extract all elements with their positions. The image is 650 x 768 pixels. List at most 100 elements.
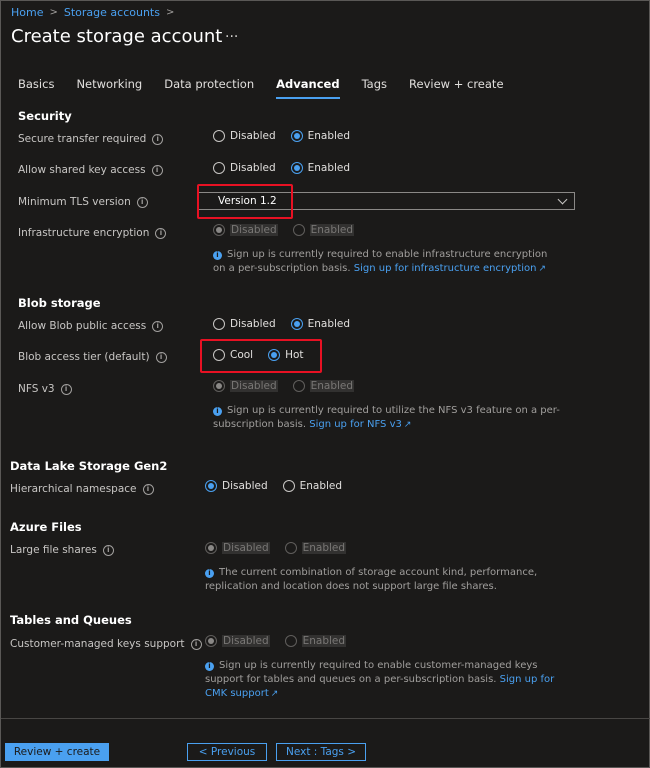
blob-tier-highlight-box: [200, 339, 322, 373]
info-filled-icon: i: [205, 569, 214, 578]
infra-encryption-note: i Sign up is currently required to enable…: [213, 249, 548, 274]
chevron-right-icon: >: [165, 7, 175, 18]
tab-networking[interactable]: Networking: [76, 77, 142, 99]
field-label: Secure transfer required: [18, 133, 147, 145]
radio-circle: [284, 542, 297, 554]
radio-circle: [213, 130, 225, 142]
hierarchical-namespace-label: Hierarchical namespace i: [10, 483, 154, 495]
breadcrumb-home-link[interactable]: Home: [11, 6, 43, 19]
radio-circle-selected: [205, 635, 217, 647]
breadcrumb: Home > Storage accounts >: [11, 6, 174, 19]
secure-transfer-radio-group: Disabled Enabled: [213, 130, 365, 142]
radio-circle-selected: [213, 380, 225, 392]
infra-encryption-enabled-radio: Enabled: [292, 224, 355, 236]
info-icon[interactable]: i: [190, 638, 202, 650]
info-icon[interactable]: i: [152, 133, 164, 145]
more-options-icon[interactable]: ···: [225, 29, 238, 45]
infra-encryption-label: Infrastructure encryption i: [18, 227, 167, 239]
nfs-enabled-radio: Enabled: [292, 380, 355, 392]
radio-circle-selected: [205, 542, 217, 554]
info-icon[interactable]: i: [152, 320, 164, 332]
info-filled-icon: i: [213, 251, 222, 260]
nfs-note: i Sign up is currently required to utiliz…: [213, 405, 560, 430]
next-tags-button[interactable]: Next : Tags >: [276, 743, 366, 761]
info-icon[interactable]: i: [151, 164, 163, 176]
field-label: NFS v3: [18, 383, 55, 395]
nfs-signup-link[interactable]: Sign up for NFS v3: [309, 419, 402, 430]
infra-encryption-signup-link[interactable]: Sign up for infrastructure encryption: [354, 263, 537, 274]
previous-button[interactable]: < Previous: [187, 743, 267, 761]
shared-key-radio-group: Disabled Enabled: [213, 162, 365, 174]
tab-review-create[interactable]: Review + create: [409, 77, 503, 99]
cmk-support-note: i Sign up is currently required to enable…: [205, 660, 555, 699]
section-heading-azure-files: Azure Files: [10, 520, 82, 534]
info-icon[interactable]: i: [136, 196, 148, 208]
blob-public-access-enabled-radio[interactable]: Enabled: [290, 318, 350, 330]
nfs-radio-group: Disabled Enabled: [213, 380, 369, 392]
chevron-right-icon: >: [49, 7, 58, 18]
infra-encryption-radio-group: Disabled Enabled: [213, 224, 369, 236]
hns-enabled-radio[interactable]: Enabled: [282, 480, 342, 492]
large-file-shares-note: i The current combination of storage acco…: [205, 567, 538, 592]
large-file-shares-label: Large file shares i: [10, 544, 114, 556]
blob-public-access-label: Allow Blob public access i: [18, 320, 164, 332]
field-label: Infrastructure encryption: [18, 227, 150, 239]
section-heading-security: Security: [18, 109, 72, 123]
shared-key-label: Allow shared key access i: [18, 164, 163, 176]
external-link-icon: ↗: [538, 264, 547, 274]
tls-label: Minimum TLS version i: [18, 196, 148, 208]
radio-circle: [292, 224, 305, 236]
section-heading-blob-storage: Blob storage: [18, 296, 101, 310]
large-file-shares-enabled-radio: Enabled: [284, 542, 347, 554]
hierarchical-namespace-radio-group: Disabled Enabled: [205, 480, 357, 492]
radio-circle-selected: [290, 318, 303, 330]
tab-basics[interactable]: Basics: [18, 77, 54, 99]
chevron-down-icon: [557, 194, 568, 205]
tab-bar: Basics Networking Data protection Advanc…: [18, 77, 526, 99]
info-icon[interactable]: i: [142, 483, 154, 495]
secure-transfer-enabled-radio[interactable]: Enabled: [290, 130, 350, 142]
field-label: Blob access tier (default): [18, 351, 150, 363]
section-heading-tables-queues: Tables and Queues: [10, 613, 132, 627]
field-label: Minimum TLS version: [18, 196, 131, 208]
info-filled-icon: i: [213, 407, 222, 416]
radio-circle: [292, 380, 305, 392]
hns-disabled-radio[interactable]: Disabled: [205, 480, 268, 492]
blob-public-access-disabled-radio[interactable]: Disabled: [213, 318, 276, 330]
large-file-shares-radio-group: Disabled Enabled: [205, 542, 361, 554]
info-icon[interactable]: i: [155, 351, 167, 363]
cmk-support-radio-group: Disabled Enabled: [205, 635, 361, 647]
review-create-button[interactable]: Review + create: [5, 743, 109, 761]
shared-key-enabled-radio[interactable]: Enabled: [290, 162, 350, 174]
cmk-enabled-radio: Enabled: [284, 635, 347, 647]
tab-data-protection[interactable]: Data protection: [164, 77, 254, 99]
field-label: Customer-managed keys support: [10, 638, 185, 650]
radio-circle: [284, 635, 297, 647]
field-label: Hierarchical namespace: [10, 483, 137, 495]
nfs-disabled-radio: Disabled: [213, 380, 278, 392]
radio-circle: [282, 480, 295, 492]
info-icon[interactable]: i: [155, 227, 167, 239]
infra-encryption-disabled-radio: Disabled: [213, 224, 278, 236]
tab-advanced[interactable]: Advanced: [276, 77, 340, 99]
cmk-disabled-radio: Disabled: [205, 635, 270, 647]
radio-circle-selected: [290, 162, 303, 174]
breadcrumb-storage-accounts-link[interactable]: Storage accounts: [64, 6, 160, 19]
tab-tags[interactable]: Tags: [362, 77, 387, 99]
shared-key-disabled-radio[interactable]: Disabled: [213, 162, 276, 174]
info-icon[interactable]: i: [102, 544, 114, 556]
page-title: Create storage account: [11, 26, 223, 47]
large-file-shares-disabled-radio: Disabled: [205, 542, 270, 554]
tls-highlight-box: [197, 184, 293, 219]
footer-divider: [1, 718, 650, 719]
secure-transfer-label: Secure transfer required i: [18, 133, 164, 145]
radio-circle-selected: [205, 480, 217, 492]
field-label: Allow shared key access: [18, 164, 146, 176]
radio-circle-selected: [213, 224, 225, 236]
info-icon[interactable]: i: [60, 383, 72, 395]
blob-tier-label: Blob access tier (default) i: [18, 351, 167, 363]
radio-circle: [213, 318, 225, 330]
external-link-icon: ↗: [403, 420, 412, 430]
secure-transfer-disabled-radio[interactable]: Disabled: [213, 130, 276, 142]
cmk-support-label: Customer-managed keys support i: [10, 638, 202, 650]
